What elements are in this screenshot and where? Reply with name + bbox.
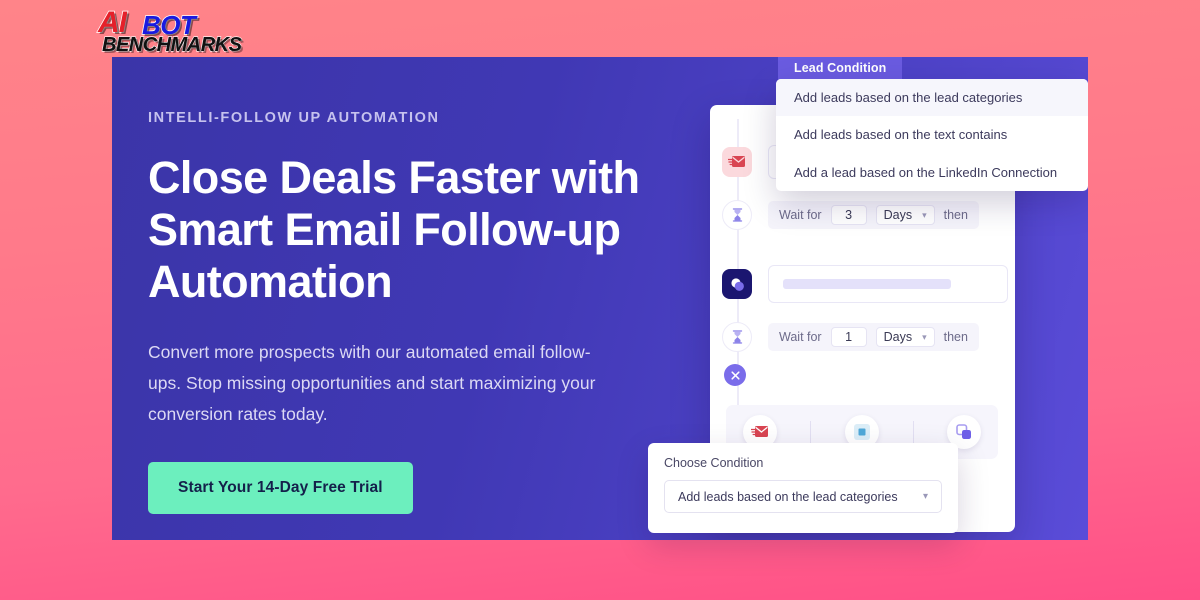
wait-unit-value: Days [883,330,913,344]
then-label: then [943,330,968,344]
choose-condition-select[interactable]: Add leads based on the lead categories ▾ [664,480,942,513]
then-label: then [943,208,968,222]
chevron-down-icon: ▾ [922,491,928,502]
choose-condition-card: Choose Condition Add leads based on the … [648,443,958,533]
wait-unit-value: Days [883,208,913,222]
duplicate-icon[interactable] [722,269,752,299]
logo-top-row: AI BOT [97,5,258,41]
chevron-down-icon: ▾ [922,331,927,342]
input-placeholder-bar [783,279,951,289]
wait-step-row: Wait for 3 Days ▾ then [768,201,979,229]
wait-unit-select[interactable]: Days ▾ [875,205,935,225]
lead-condition-tab[interactable]: Lead Condition [778,57,902,81]
close-circle-icon[interactable] [724,364,746,386]
wait-unit-select[interactable]: Days ▾ [875,327,935,347]
wait-for-label: Wait for [779,208,822,222]
toolbar-divider [810,421,812,443]
wait-step-row: Wait for 1 Days ▾ then [768,323,979,351]
wait-duration-input[interactable]: 3 [830,205,867,225]
toolbar-divider [912,421,914,443]
chevron-down-icon: ▾ [922,209,927,220]
action-text-input[interactable] [768,265,1008,303]
logo-text-benchmarks: BENCHMARKS [101,33,242,56]
choose-condition-value: Add leads based on the lead categories [678,489,898,504]
wait-duration-input[interactable]: 1 [830,327,867,347]
lead-condition-dropdown[interactable]: Add leads based on the lead categories A… [776,79,1088,191]
dropdown-option[interactable]: Add leads based on the lead categories [776,79,1088,117]
site-logo[interactable]: AI BOT BENCHMARKS [97,5,258,56]
choose-condition-label: Choose Condition [664,456,764,470]
hourglass-icon [722,200,752,230]
dropdown-option[interactable]: Add leads based on the text contains [776,116,1088,153]
email-icon[interactable] [722,147,752,177]
dropdown-option[interactable]: Add a lead based on the LinkedIn Connect… [776,154,1088,191]
hourglass-icon [722,322,752,352]
wait-for-label: Wait for [779,330,822,344]
